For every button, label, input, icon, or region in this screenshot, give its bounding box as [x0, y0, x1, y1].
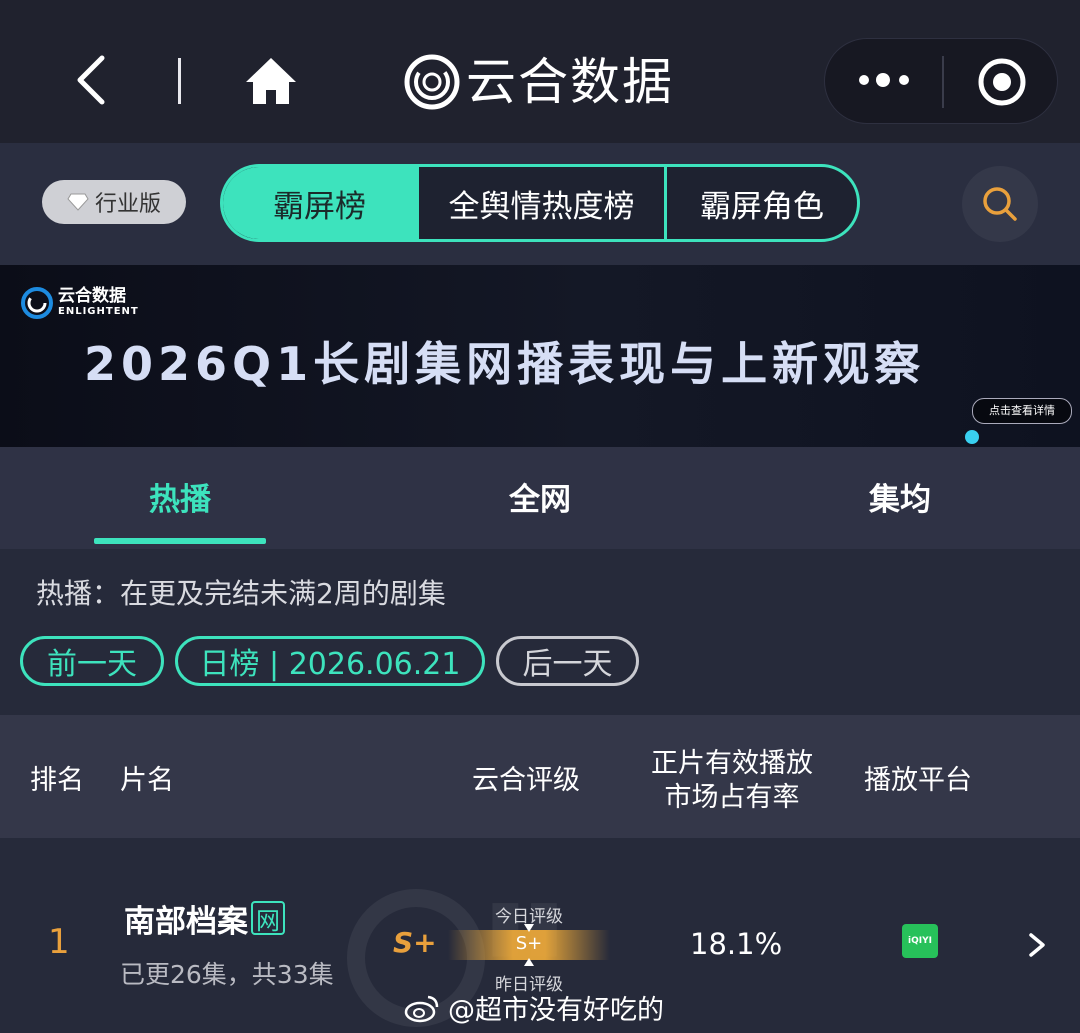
banner-logo-icon — [21, 287, 53, 319]
search-icon — [983, 187, 1017, 221]
tab-hot-airing[interactable]: 热播 — [80, 474, 280, 519]
segment-screen-dominance[interactable]: 霸屏榜 — [223, 167, 417, 239]
web-series-badge: 网 — [251, 901, 285, 935]
segment-public-opinion-heat[interactable]: 全舆情热度榜 — [419, 167, 664, 239]
header-platform: 播放平台 — [864, 765, 972, 796]
row-grade: S+ — [393, 926, 437, 959]
diamond-icon — [67, 193, 89, 211]
industry-edition-button[interactable]: 行业版 — [42, 180, 186, 224]
segment-top-characters[interactable]: 霸屏角色 — [667, 167, 857, 239]
home-icon[interactable] — [244, 56, 298, 106]
row-episode-status: 已更26集，共33集 — [120, 960, 334, 989]
grade-marker-up-icon — [524, 958, 534, 966]
banner-brand-sub: ENLIGHTENT — [58, 306, 139, 317]
grade-marker-down-icon — [524, 924, 534, 932]
active-tab-indicator — [94, 538, 266, 544]
date-selector[interactable]: 日榜 | 2026.06.21 — [175, 636, 485, 686]
capsule-divider — [942, 56, 944, 108]
today-grade-value: S+ — [515, 933, 543, 954]
header-rank: 排名 — [30, 765, 84, 796]
next-day-button[interactable]: 后一天 — [496, 636, 639, 686]
header-share-line2: 市场占有率 — [664, 782, 800, 813]
row-market-share: 18.1% — [690, 927, 783, 961]
prev-day-button[interactable]: 前一天 — [20, 636, 164, 686]
brand-logo-icon — [404, 54, 460, 110]
search-button[interactable] — [962, 166, 1038, 242]
ranking-description: 热播：在更及完结未满2周的剧集 — [36, 577, 446, 610]
close-miniprogram-icon[interactable] — [976, 56, 1028, 108]
app-title: 云合数据 — [466, 53, 674, 111]
chevron-right-icon[interactable] — [1028, 932, 1046, 958]
row-rank: 1 — [48, 922, 70, 962]
row-title[interactable]: 南部档案 — [124, 896, 248, 941]
banner-brand: 云合数据 — [58, 286, 126, 306]
banner-title: 2026Q1长剧集网播表现与上新观察 — [84, 337, 926, 391]
banner-details-button[interactable]: 点击查看详情 — [972, 398, 1072, 424]
weibo-icon — [404, 995, 439, 1022]
back-arrow-icon[interactable] — [72, 52, 112, 108]
watermark-text: @超市没有好吃的 — [448, 995, 664, 1026]
header-title: 片名 — [120, 765, 174, 796]
weibo-watermark: @超市没有好吃的 — [404, 988, 664, 1027]
ranking-type-segmented-control: 霸屏榜 全舆情热度榜 霸屏角色 — [220, 164, 860, 242]
tab-per-episode[interactable]: 集均 — [800, 474, 1000, 519]
industry-edition-label: 行业版 — [94, 192, 161, 217]
header-grade: 云合评级 — [472, 765, 580, 796]
iqiyi-platform-icon: iQIYI — [902, 924, 938, 958]
more-options-icon[interactable] — [858, 70, 912, 90]
tab-all-network[interactable]: 全网 — [440, 474, 640, 519]
nav-divider — [178, 58, 181, 104]
